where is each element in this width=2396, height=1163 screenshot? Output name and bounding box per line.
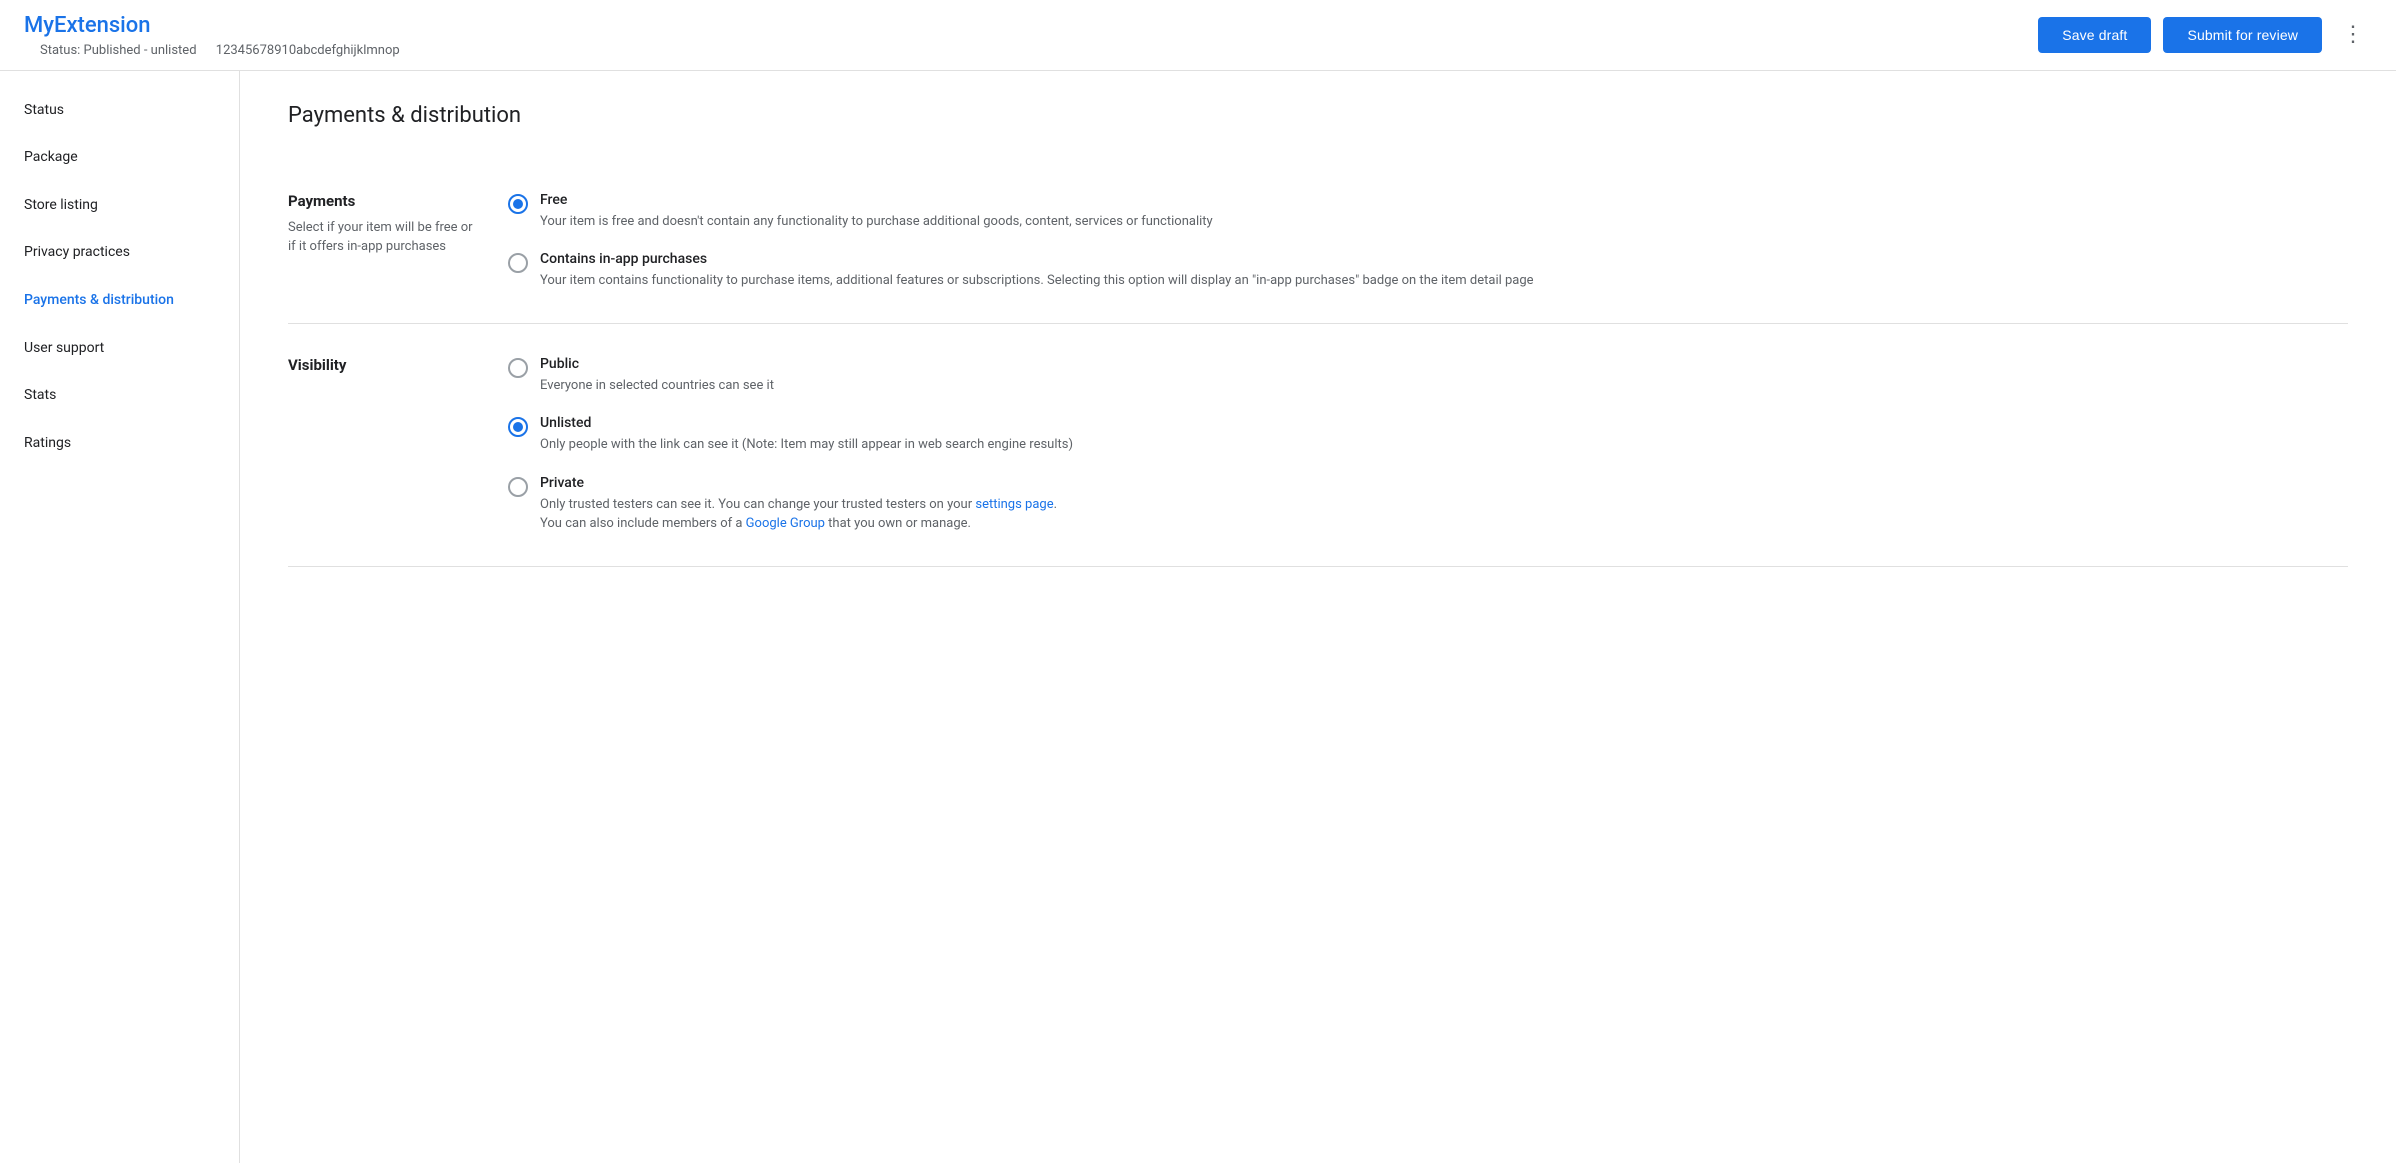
in-app-purchases-text: Contains in-app purchases Your item cont… bbox=[540, 251, 1534, 291]
in-app-purchases-description: Your item contains functionality to purc… bbox=[540, 271, 1534, 291]
sidebar-item-store-listing[interactable]: Store listing bbox=[0, 182, 239, 230]
unlisted-radio[interactable] bbox=[508, 417, 528, 437]
unlisted-label: Unlisted bbox=[540, 415, 1073, 431]
payments-section: Payments Select if your item will be fre… bbox=[288, 160, 2348, 324]
private-text: Private Only trusted testers can see it.… bbox=[540, 475, 1057, 534]
private-option: Private Only trusted testers can see it.… bbox=[508, 475, 2348, 534]
sidebar-item-package[interactable]: Package bbox=[0, 134, 239, 182]
public-description: Everyone in selected countries can see i… bbox=[540, 376, 774, 396]
sidebar-item-stats[interactable]: Stats bbox=[0, 372, 239, 420]
app-id: 12345678910abcdefghijklmnop bbox=[216, 43, 400, 58]
private-desc-part1: Only trusted testers can see it. You can… bbox=[540, 497, 975, 512]
visibility-section: Visibility Public Everyone in selected c… bbox=[288, 324, 2348, 567]
visibility-label: Visibility bbox=[288, 356, 476, 374]
visibility-label-col: Visibility bbox=[288, 356, 508, 534]
page-title: Payments & distribution bbox=[288, 103, 2348, 128]
payments-label-col: Payments Select if your item will be fre… bbox=[288, 192, 508, 291]
in-app-purchases-option: Contains in-app purchases Your item cont… bbox=[508, 251, 2348, 291]
header-left: MyExtension Status: Published - unlisted… bbox=[24, 12, 2038, 58]
payments-label: Payments bbox=[288, 192, 476, 210]
private-label: Private bbox=[540, 475, 1057, 491]
more-options-icon[interactable]: ⋮ bbox=[2334, 20, 2372, 50]
sidebar: Status Package Store listing Privacy pra… bbox=[0, 71, 240, 1163]
header: MyExtension Status: Published - unlisted… bbox=[0, 0, 2396, 71]
private-desc-part2: . bbox=[1054, 497, 1057, 512]
sidebar-item-status[interactable]: Status bbox=[0, 87, 239, 135]
app-status: Status: Published - unlisted 12345678910… bbox=[24, 43, 2038, 58]
private-description: Only trusted testers can see it. You can… bbox=[540, 495, 1057, 534]
settings-page-link[interactable]: settings page bbox=[975, 497, 1053, 512]
private-radio[interactable] bbox=[508, 477, 528, 497]
sidebar-item-privacy-practices[interactable]: Privacy practices bbox=[0, 229, 239, 277]
free-option: Free Your item is free and doesn't conta… bbox=[508, 192, 2348, 232]
layout: Status Package Store listing Privacy pra… bbox=[0, 71, 2396, 1163]
unlisted-option: Unlisted Only people with the link can s… bbox=[508, 415, 2348, 455]
payments-description: Select if your item will be free or if i… bbox=[288, 218, 476, 257]
unlisted-text: Unlisted Only people with the link can s… bbox=[540, 415, 1073, 455]
public-label: Public bbox=[540, 356, 774, 372]
free-label: Free bbox=[540, 192, 1213, 208]
visibility-options: Public Everyone in selected countries ca… bbox=[508, 356, 2348, 534]
in-app-purchases-label: Contains in-app purchases bbox=[540, 251, 1534, 267]
header-right: Save draft Submit for review ⋮ bbox=[2038, 17, 2372, 53]
free-text: Free Your item is free and doesn't conta… bbox=[540, 192, 1213, 232]
sidebar-item-ratings[interactable]: Ratings bbox=[0, 420, 239, 468]
sidebar-item-payments-distribution[interactable]: Payments & distribution bbox=[0, 277, 239, 325]
private-desc-part4: that you own or manage. bbox=[825, 516, 971, 531]
save-draft-button[interactable]: Save draft bbox=[2038, 17, 2151, 53]
submit-review-button[interactable]: Submit for review bbox=[2163, 17, 2322, 53]
unlisted-description: Only people with the link can see it (No… bbox=[540, 435, 1073, 455]
public-option: Public Everyone in selected countries ca… bbox=[508, 356, 2348, 396]
payments-options: Free Your item is free and doesn't conta… bbox=[508, 192, 2348, 291]
main-content: Payments & distribution Payments Select … bbox=[240, 71, 2396, 1163]
free-description: Your item is free and doesn't contain an… bbox=[540, 212, 1213, 232]
in-app-purchases-radio[interactable] bbox=[508, 253, 528, 273]
public-radio[interactable] bbox=[508, 358, 528, 378]
app-title: MyExtension bbox=[24, 12, 2038, 41]
status-text: Status: Published - unlisted bbox=[40, 43, 197, 58]
private-desc-part3: You can also include members of a bbox=[540, 516, 746, 531]
free-radio[interactable] bbox=[508, 194, 528, 214]
google-group-link[interactable]: Google Group bbox=[746, 516, 825, 531]
sidebar-item-user-support[interactable]: User support bbox=[0, 325, 239, 373]
public-text: Public Everyone in selected countries ca… bbox=[540, 356, 774, 396]
